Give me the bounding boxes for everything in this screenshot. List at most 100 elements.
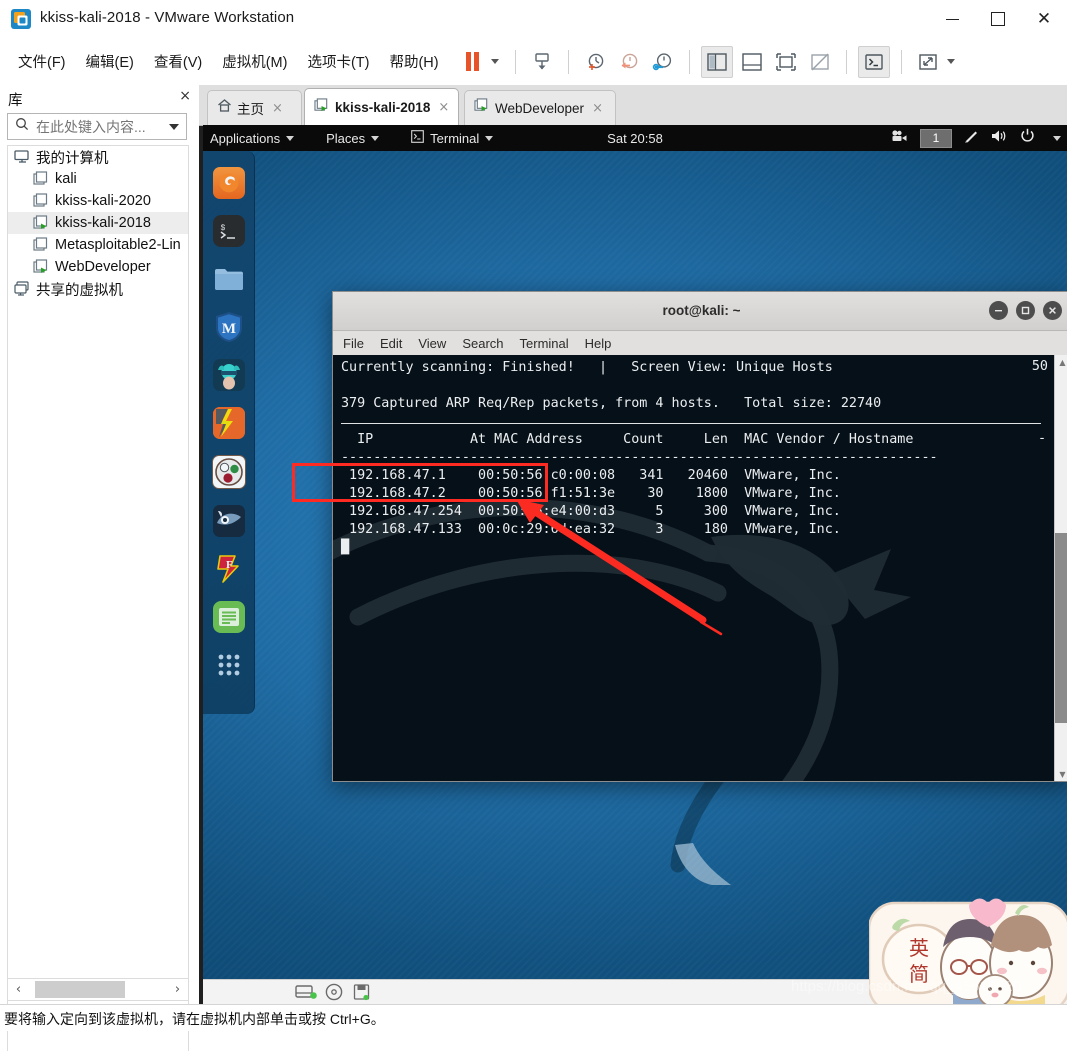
tab-home[interactable]: 主页 × xyxy=(207,90,302,125)
menu-vm[interactable]: 虚拟机(M) xyxy=(212,47,297,76)
full-screen-button[interactable] xyxy=(771,47,801,77)
terminal-minimize-button[interactable] xyxy=(989,301,1008,320)
toolbar xyxy=(455,38,962,85)
maximize-button[interactable] xyxy=(975,0,1021,38)
menu-file[interactable]: 文件(F) xyxy=(8,47,76,76)
places-menu[interactable]: Places xyxy=(319,125,386,151)
search-icon xyxy=(15,117,29,136)
stretch-guest-button[interactable] xyxy=(913,47,943,77)
power-dropdown-caret-icon[interactable] xyxy=(491,59,499,64)
workspace-badge[interactable]: 1 xyxy=(920,128,952,148)
terminal-maximize-button[interactable] xyxy=(1016,301,1035,320)
beef-icon[interactable] xyxy=(211,455,246,489)
tree-node-kali[interactable]: kali xyxy=(8,168,188,190)
snapshot-take-icon xyxy=(588,53,604,70)
terminal-menu-search[interactable]: Search xyxy=(462,336,503,351)
library-title: 库 xyxy=(8,93,23,109)
show-applications-icon[interactable] xyxy=(213,649,245,681)
terminal-close-button[interactable] xyxy=(1043,301,1062,320)
tab-webdeveloper[interactable]: WebDeveloper × xyxy=(464,90,616,125)
terminal-app-menu[interactable]: Terminal xyxy=(404,125,500,151)
terminal-output-area[interactable]: Currently scanning: Finished! | Screen V… xyxy=(333,355,1067,781)
tab-close-icon[interactable]: × xyxy=(272,101,283,116)
terminal-menu-edit[interactable]: Edit xyxy=(380,336,402,351)
terminal-scrollbar[interactable]: ▲ ▼ xyxy=(1054,355,1067,781)
vmware-workstation-window: kkiss-kali-2018 - VMware Workstation ✕ 文… xyxy=(0,0,1067,1051)
tree-node-webdeveloper[interactable]: WebDeveloper xyxy=(8,256,188,278)
library-close-button[interactable]: × xyxy=(179,88,191,104)
show-library-button[interactable] xyxy=(701,45,733,78)
applications-menu[interactable]: Applications xyxy=(203,125,301,151)
close-button[interactable]: ✕ xyxy=(1021,0,1067,38)
snapshot-take-button[interactable] xyxy=(580,47,610,77)
svg-text:M: M xyxy=(221,321,235,337)
clock[interactable]: Sat 20:58 xyxy=(607,131,663,146)
terminal-menu-terminal[interactable]: Terminal xyxy=(520,336,569,351)
terminal-app-label: Terminal xyxy=(430,130,480,146)
tab-close-icon[interactable]: × xyxy=(438,100,449,115)
chevron-down-icon[interactable] xyxy=(1053,135,1061,141)
window-controls: ✕ xyxy=(929,0,1067,38)
snapshot-manager-button[interactable] xyxy=(648,47,678,77)
terminal-menu-help[interactable]: Help xyxy=(585,336,612,351)
library-search-box[interactable] xyxy=(7,113,187,140)
firefox-icon[interactable] xyxy=(212,167,245,199)
image-watermark: https://blog.csdn.net/qq_45616520 xyxy=(791,978,1022,995)
terminal-menu-file[interactable]: File xyxy=(343,336,364,351)
menu-edit[interactable]: 编辑(E) xyxy=(76,47,144,76)
terminal-scrollbar-thumb[interactable] xyxy=(1055,533,1067,723)
terminal-title-bar[interactable]: root@kali: ~ xyxy=(333,292,1067,331)
volume-icon[interactable] xyxy=(991,129,1008,148)
terminal-icon[interactable]: $ xyxy=(212,215,245,247)
wireshark-icon[interactable] xyxy=(212,505,245,537)
terminal-menu-view[interactable]: View xyxy=(418,336,446,351)
tree-node-kkiss-kali-2018[interactable]: kkiss-kali-2018 xyxy=(8,212,188,234)
library-search-input[interactable] xyxy=(34,117,158,136)
power-icon[interactable] xyxy=(1020,128,1035,148)
scroll-down-arrow-icon[interactable]: ▼ xyxy=(1055,767,1067,781)
scroll-right-arrow-icon[interactable]: › xyxy=(167,980,188,999)
show-thumbnail-bar-button[interactable] xyxy=(737,47,767,77)
minimize-button[interactable] xyxy=(929,0,975,38)
faraday-icon[interactable]: F xyxy=(213,553,245,585)
tree-node-my-computer[interactable]: 我的计算机 xyxy=(8,146,188,168)
armitage-icon[interactable] xyxy=(212,359,245,391)
view-dropdown-caret-icon[interactable] xyxy=(947,59,955,64)
tree-node-metasploitable2[interactable]: Metasploitable2-Lin xyxy=(8,234,188,256)
show-library-icon xyxy=(707,52,727,71)
vm-icon xyxy=(33,237,50,253)
floppy-status-icon[interactable] xyxy=(353,983,370,1004)
library-horizontal-scrollbar[interactable]: ‹ › xyxy=(7,978,189,1001)
terminal-summary-line: 379 Captured ARP Req/Rep packets, from 4… xyxy=(341,396,882,411)
tab-label: WebDeveloper xyxy=(495,100,585,116)
tab-close-icon[interactable]: × xyxy=(592,101,603,116)
shared-vms-icon xyxy=(14,281,31,297)
metasploit-icon[interactable]: M xyxy=(213,311,245,343)
menu-help[interactable]: 帮助(H) xyxy=(379,47,448,76)
tab-kkiss-kali-2018[interactable]: kkiss-kali-2018 × xyxy=(304,88,459,126)
network-status-icon[interactable] xyxy=(295,983,317,1004)
menu-tabs[interactable]: 选项卡(T) xyxy=(297,47,379,76)
annotation-highlight-box xyxy=(292,463,548,502)
menu-view[interactable]: 查看(V) xyxy=(144,47,212,76)
screencast-icon[interactable] xyxy=(891,129,908,147)
scroll-up-arrow-icon[interactable]: ▲ xyxy=(1055,355,1067,369)
send-ctrl-alt-del-button[interactable] xyxy=(527,47,557,77)
snapshot-revert-button[interactable] xyxy=(614,47,644,77)
chevron-down-icon[interactable] xyxy=(169,123,179,130)
burpsuite-icon[interactable] xyxy=(212,407,245,439)
cd-drive-status-icon[interactable] xyxy=(325,983,344,1004)
console-view-button[interactable] xyxy=(858,45,890,78)
scrollbar-thumb[interactable] xyxy=(35,981,125,998)
maximize-icon xyxy=(991,12,1005,26)
tree-node-shared-vms[interactable]: 共享的虚拟机 xyxy=(8,278,188,300)
text-editor-icon[interactable] xyxy=(212,601,245,633)
unity-mode-button[interactable] xyxy=(805,47,835,77)
brightness-pen-icon[interactable] xyxy=(964,129,979,148)
scroll-left-arrow-icon[interactable]: ‹ xyxy=(8,980,29,999)
close-icon xyxy=(1049,307,1056,314)
pause-button[interactable] xyxy=(457,47,487,77)
tree-node-kkiss-kali-2020[interactable]: kkiss-kali-2020 xyxy=(8,190,188,212)
send-ctrl-alt-del-icon xyxy=(535,52,549,69)
files-icon[interactable] xyxy=(213,263,245,295)
